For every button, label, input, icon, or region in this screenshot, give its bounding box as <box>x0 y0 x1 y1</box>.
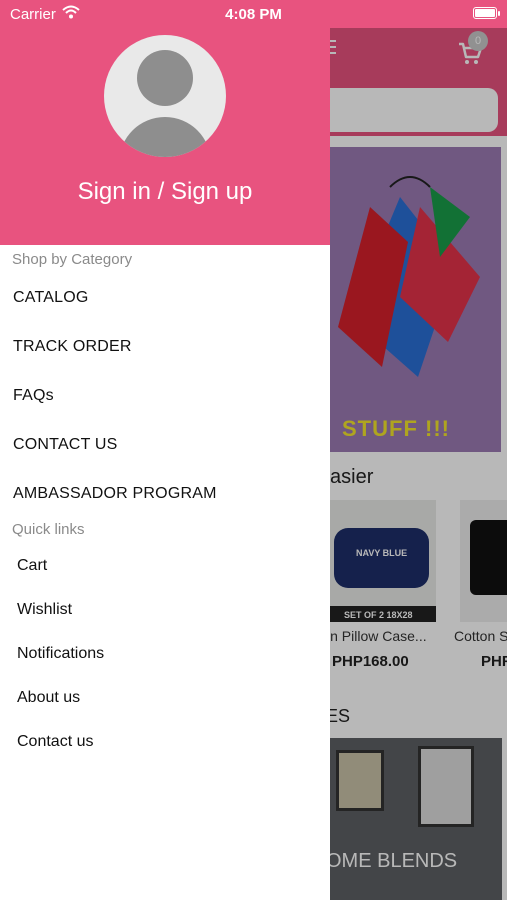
quick-link-notifications[interactable]: Notifications <box>17 645 104 663</box>
nav-item-ambassador-program[interactable]: AMBASSADOR PROGRAM <box>13 485 217 503</box>
battery-icon <box>473 7 497 19</box>
quick-link-contact-us[interactable]: Contact us <box>17 733 93 751</box>
quick-link-cart[interactable]: Cart <box>17 557 47 575</box>
quick-links-heading: Quick links <box>12 521 85 538</box>
nav-item-track-order[interactable]: TRACK ORDER <box>13 338 132 356</box>
avatar-icon[interactable] <box>104 35 226 157</box>
side-drawer: Sign in / Sign up Shop by Category CATAL… <box>0 0 330 900</box>
quick-link-about-us[interactable]: About us <box>17 689 80 707</box>
sign-in-button[interactable]: Sign in / Sign up <box>0 178 330 206</box>
nav-item-contact-us[interactable]: CONTACT US <box>13 436 118 454</box>
quick-link-wishlist[interactable]: Wishlist <box>17 601 72 619</box>
nav-item-faqs[interactable]: FAQs <box>13 387 54 405</box>
dim-overlay[interactable] <box>330 28 507 900</box>
status-bar: Carrier 4:08 PM <box>0 0 507 28</box>
clock: 4:08 PM <box>225 6 282 23</box>
nav-item-catalog[interactable]: CATALOG <box>13 289 89 307</box>
battery-tip <box>498 11 500 16</box>
shop-by-category-heading: Shop by Category <box>12 251 133 268</box>
profile-header: Sign in / Sign up <box>0 0 330 245</box>
